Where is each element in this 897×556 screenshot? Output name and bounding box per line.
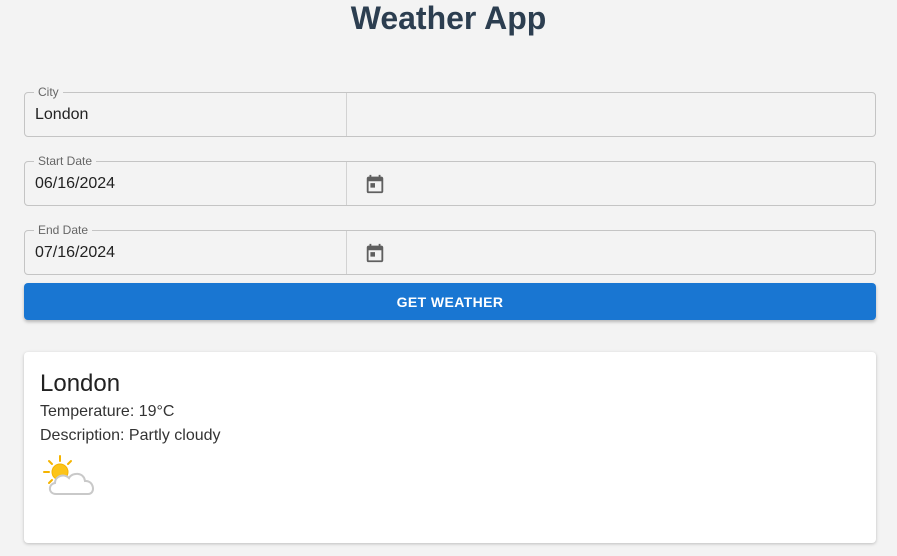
end-date-field[interactable]: End Date 07/16/2024 <box>24 223 876 275</box>
calendar-icon[interactable] <box>364 173 386 195</box>
city-field[interactable]: City London <box>24 85 876 137</box>
field-divider <box>346 93 347 136</box>
city-input[interactable]: London <box>35 93 88 136</box>
partly-cloudy-icon <box>43 455 94 495</box>
get-weather-button[interactable]: GET WEATHER <box>24 283 876 320</box>
result-description: Description: Partly cloudy <box>40 427 221 444</box>
field-divider <box>346 231 347 274</box>
start-date-input[interactable]: 06/16/2024 <box>35 162 115 205</box>
calendar-icon[interactable] <box>364 242 386 264</box>
result-temperature: Temperature: 19°C <box>40 403 175 420</box>
end-date-input[interactable]: 07/16/2024 <box>35 231 115 274</box>
result-city: London <box>40 370 121 397</box>
weather-result-card: London Temperature: 19°C Description: Pa… <box>24 352 876 543</box>
page-title: Weather App <box>350 0 547 36</box>
weather-app-page: Weather App City London Start Date 06/16… <box>0 0 897 556</box>
field-divider <box>346 162 347 205</box>
start-date-field[interactable]: Start Date 06/16/2024 <box>24 154 876 206</box>
